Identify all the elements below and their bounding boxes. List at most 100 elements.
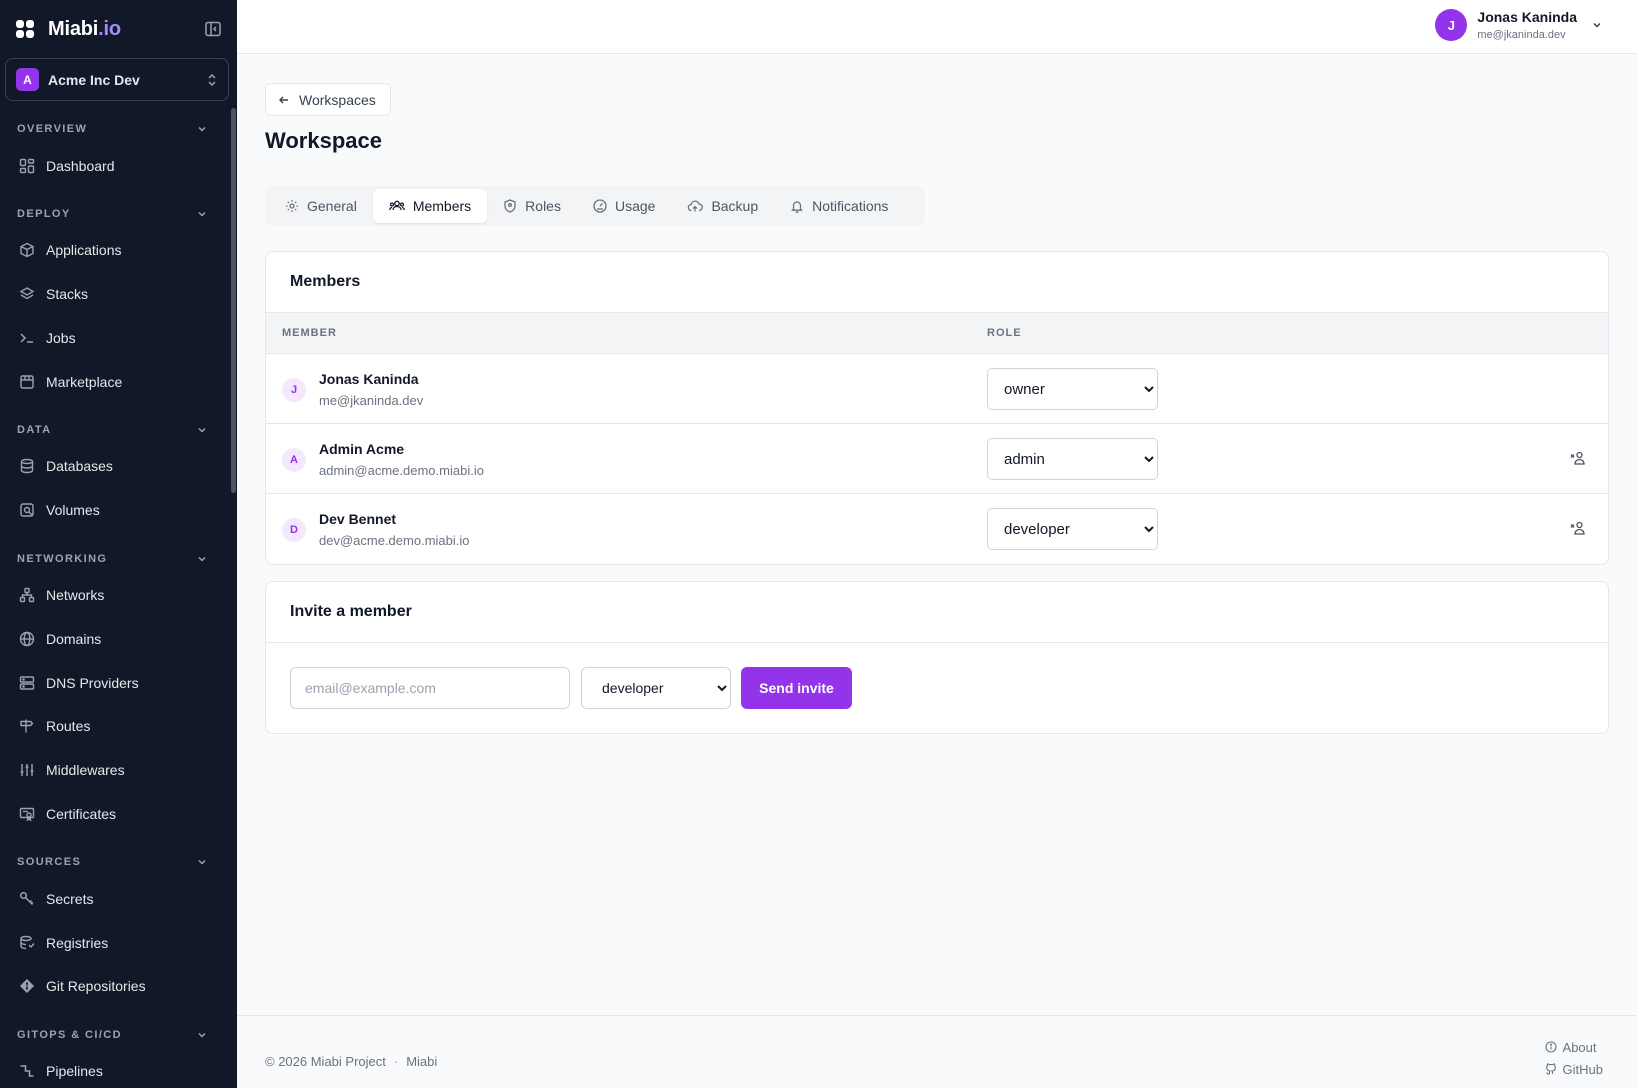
chevron-down-icon <box>197 554 207 564</box>
member-name: Dev Bennet <box>319 511 397 527</box>
chevron-down-icon <box>197 425 207 435</box>
footer-link-github[interactable]: GitHub <box>1545 1058 1603 1080</box>
remove-member-icon[interactable] <box>1570 450 1586 466</box>
tab-label: Backup <box>711 198 759 214</box>
member-role-select[interactable]: owner <box>987 368 1158 410</box>
sidebar-item-label: Secrets <box>46 891 94 907</box>
members-table-header: MEMBER ROLE <box>266 313 1608 354</box>
section-label: GITOPS & CI/CD <box>17 1029 122 1041</box>
certificate-icon <box>19 806 35 822</box>
sidebar-item-pipelines[interactable]: Pipelines <box>0 1055 224 1087</box>
back-to-workspaces-button[interactable]: Workspaces <box>265 83 391 116</box>
send-invite-button[interactable]: Send invite <box>741 667 852 709</box>
gauge-icon <box>593 199 607 213</box>
arrow-left-icon <box>278 94 290 106</box>
sidebar-item-domains[interactable]: Domains <box>0 623 224 655</box>
chevron-down-icon <box>197 857 207 867</box>
sidebar-item-label: Registries <box>46 935 109 951</box>
tab-notifications[interactable]: Notifications <box>774 189 904 223</box>
section-gitops[interactable]: GITOPS & CI/CD <box>0 1025 224 1045</box>
shield-icon <box>503 199 517 213</box>
member-email: me@jkaninda.dev <box>319 393 424 408</box>
brand-name: Miabi.io <box>48 17 121 40</box>
invite-role-select[interactable]: developer <box>581 667 731 709</box>
member-email: dev@acme.demo.miabi.io <box>319 533 470 548</box>
sidebar-item-registries[interactable]: Registries <box>0 927 224 959</box>
sidebar-item-databases[interactable]: Databases <box>0 450 224 482</box>
workspace-switcher[interactable]: A Acme Inc Dev <box>5 58 229 101</box>
tab-usage[interactable]: Usage <box>577 189 671 223</box>
network-icon <box>19 587 35 603</box>
sidebar-item-label: Pipelines <box>46 1063 103 1079</box>
sidebar-item-git-repositories[interactable]: Git Repositories <box>0 970 224 1002</box>
sidebar-item-jobs[interactable]: Jobs <box>0 322 224 354</box>
member-email: admin@acme.demo.miabi.io <box>319 463 484 478</box>
section-sources[interactable]: SOURCES <box>0 852 224 872</box>
sidebar-item-middlewares[interactable]: Middlewares <box>0 754 224 786</box>
member-role-select[interactable]: developer <box>987 508 1158 550</box>
sidebar-item-routes[interactable]: Routes <box>0 710 224 742</box>
member-name: Jonas Kaninda <box>319 371 419 387</box>
sidebar-item-label: Databases <box>46 458 113 474</box>
sidebar-item-marketplace[interactable]: Marketplace <box>0 366 224 398</box>
section-networking[interactable]: NETWORKING <box>0 549 224 569</box>
member-avatar: J <box>282 378 306 402</box>
member-role-select[interactable]: admin <box>987 438 1158 480</box>
sidebar-scrollbar[interactable] <box>231 108 236 493</box>
tab-label: Usage <box>614 198 656 214</box>
sidebar-item-label: Domains <box>46 631 102 647</box>
sidebar-item-certificates[interactable]: Certificates <box>0 798 224 830</box>
sidebar-item-dashboard[interactable]: Dashboard <box>0 150 224 182</box>
tab-backup[interactable]: Backup <box>671 189 774 223</box>
members-card: Members MEMBER ROLE J Jonas Kaninda me@j… <box>265 251 1609 565</box>
sliders-icon <box>19 762 35 778</box>
footer-link-label: GitHub <box>1562 1061 1603 1077</box>
section-label: DATA <box>17 424 52 436</box>
sidebar-item-label: Applications <box>46 242 122 258</box>
cloud-icon <box>687 199 704 213</box>
sidebar-item-networks[interactable]: Networks <box>0 579 224 611</box>
chevrons-up-down-icon <box>206 72 218 88</box>
gear-icon <box>285 199 299 213</box>
section-data[interactable]: DATA <box>0 420 224 440</box>
sidebar-item-volumes[interactable]: Volumes <box>0 494 224 526</box>
footer-link-label: About <box>1562 1039 1597 1055</box>
sidebar-item-stacks[interactable]: Stacks <box>0 278 224 310</box>
sidebar-item-label: Volumes <box>46 502 100 518</box>
pipeline-icon <box>19 1063 35 1079</box>
invite-email-input[interactable] <box>290 667 570 709</box>
footer-project-link[interactable]: Miabi <box>406 1054 437 1069</box>
tab-members[interactable]: Members <box>372 189 488 223</box>
sidebar-collapse-icon[interactable] <box>204 20 222 38</box>
member-avatar: A <box>282 448 306 472</box>
remove-member-icon[interactable] <box>1570 520 1586 536</box>
tab-general[interactable]: General <box>269 189 373 223</box>
brand[interactable]: Miabi.io <box>0 0 237 58</box>
signpost-icon <box>19 718 35 734</box>
box-icon <box>19 242 35 258</box>
sidebar-item-label: Certificates <box>46 806 117 822</box>
registry-icon <box>19 935 35 951</box>
sidebar-item-label: Marketplace <box>46 374 123 390</box>
sidebar-item-secrets[interactable]: Secrets <box>0 883 224 915</box>
back-label: Workspaces <box>299 91 376 108</box>
user-menu[interactable]: J Jonas Kaninda me@jkaninda.dev <box>1435 9 1603 41</box>
volume-icon <box>19 502 35 518</box>
footer-link-about[interactable]: About <box>1544 1036 1603 1058</box>
tab-label: Members <box>412 198 472 214</box>
sidebar-item-dns-providers[interactable]: DNS Providers <box>0 667 224 699</box>
key-icon <box>19 891 35 907</box>
tab-roles[interactable]: Roles <box>487 189 577 223</box>
sidebar-item-applications[interactable]: Applications <box>0 234 224 266</box>
section-overview[interactable]: OVERVIEW <box>0 119 224 139</box>
table-row: A Admin Acme admin@acme.demo.miabi.io ad… <box>266 424 1608 494</box>
member-avatar: D <box>282 518 306 542</box>
footer: © 2026 Miabi Project · Miabi About GitHub <box>237 1015 1637 1088</box>
store-icon <box>19 374 35 390</box>
terminal-icon <box>19 330 35 346</box>
info-icon <box>1544 1041 1557 1053</box>
sidebar-item-label: Networks <box>46 587 105 603</box>
section-deploy[interactable]: DEPLOY <box>0 204 224 224</box>
members-card-title: Members <box>266 252 1608 313</box>
section-label: DEPLOY <box>17 208 71 220</box>
